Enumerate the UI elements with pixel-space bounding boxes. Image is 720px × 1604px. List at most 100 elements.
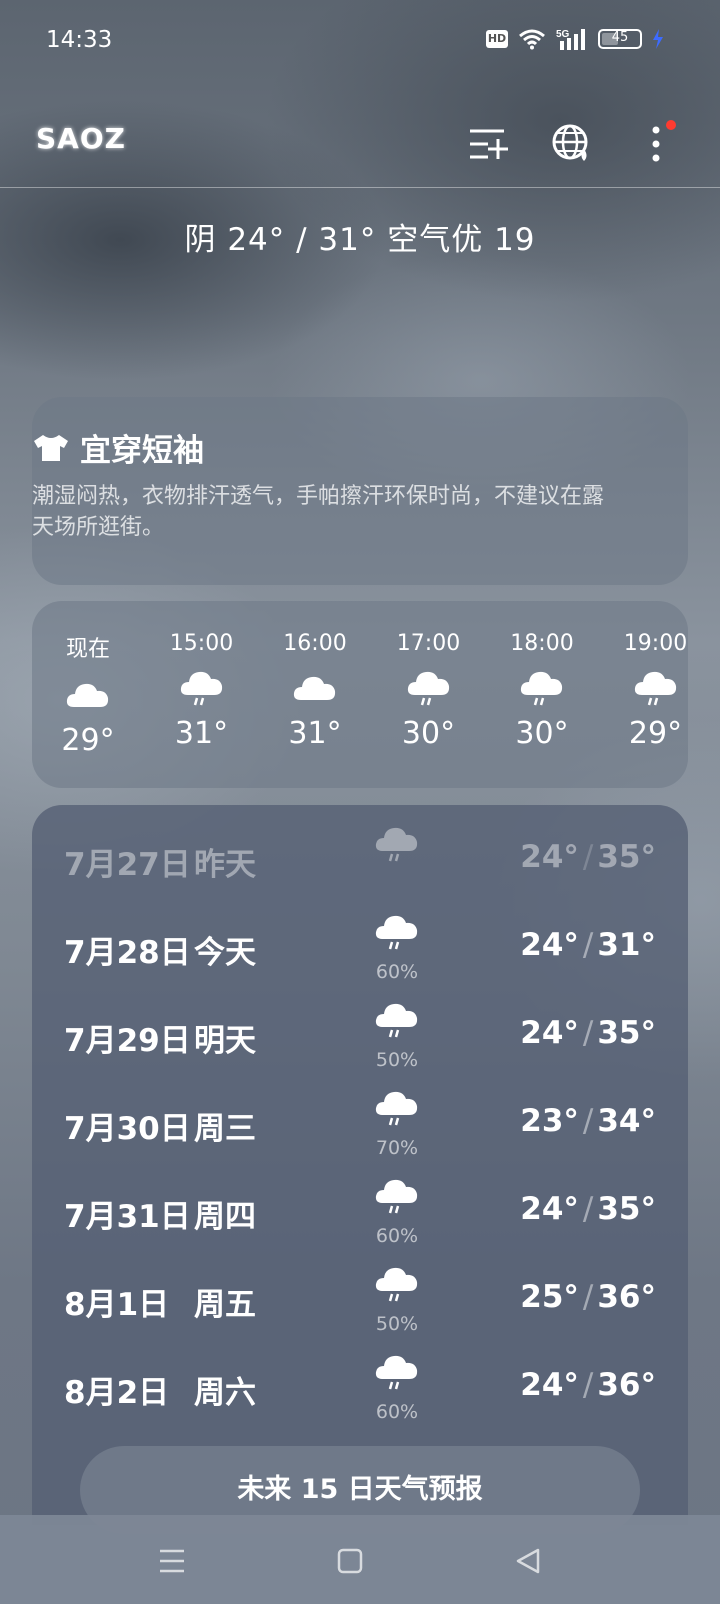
low-temp: 25°	[520, 1279, 579, 1315]
back-button[interactable]	[508, 1541, 548, 1581]
daily-row[interactable]: 7月29日 明天 50% 24°/35°	[32, 995, 688, 1083]
rain-cloud-icon	[375, 1091, 418, 1126]
clothing-advice-card[interactable]: 宜穿短袖 潮湿闷热，衣物排汗透气，手帕擦汗环保时尚，不建议在露天场所逛街。	[32, 397, 688, 585]
day-date: 8月1日	[64, 1287, 170, 1323]
hourly-item: 17:00 30°	[374, 631, 484, 751]
precipitation-chance: 60%	[375, 1225, 419, 1247]
location-name[interactable]: SAOZ	[36, 122, 126, 155]
more-options-button[interactable]	[630, 118, 682, 170]
hour-time: 现在	[65, 637, 110, 662]
high-temp: 36°	[597, 1367, 656, 1403]
weather-summary[interactable]: 阴 24° / 31° 空气优 19	[0, 214, 720, 259]
tshirt-icon	[34, 434, 68, 461]
daily-row[interactable]: 7月30日 周三 70% 23°/34°	[32, 1083, 688, 1171]
daily-forecast-card: 7月27日 昨天 24°/35° 7月28日 今天 60% 24°/31° 7月29日 明天 50…	[32, 805, 688, 1525]
rain-cloud-icon	[520, 671, 563, 706]
low-temp: 23°	[520, 1103, 579, 1139]
hour-temp: 29°	[628, 716, 683, 751]
daily-row[interactable]: 8月1日 周五 50% 25°/36°	[32, 1259, 688, 1347]
rain-cloud-icon	[375, 1355, 418, 1390]
wifi-icon	[518, 28, 546, 50]
hourly-forecast-card[interactable]: 现在 29° 15:00 31° 16:00 31° 17:00 30° 18:00 30° 19:…	[32, 601, 688, 788]
home-button[interactable]	[330, 1541, 370, 1581]
hour-weather-icon-wrap	[260, 662, 370, 712]
cloud-icon	[66, 683, 109, 707]
daily-row[interactable]: 7月31日 周四 60% 24°/35°	[32, 1171, 688, 1259]
low-temp: 24°	[520, 1367, 579, 1403]
cloud-icon	[293, 676, 336, 700]
day-temperature-range: 23°/34°	[520, 1103, 656, 1139]
temp-separator: /	[582, 1191, 594, 1227]
day-temperature-range: 24°/31°	[520, 927, 656, 963]
low-temp: 24°	[520, 839, 579, 875]
temp-separator: /	[582, 1103, 594, 1139]
battery-icon: 45	[598, 29, 642, 49]
low-temp: 24°	[520, 1015, 579, 1051]
day-weather-icon-wrap	[362, 911, 432, 951]
globe-button[interactable]	[546, 118, 598, 170]
rain-cloud-icon	[180, 671, 222, 706]
charging-icon	[652, 29, 664, 49]
temp-separator: /	[582, 839, 594, 875]
day-name: 周三	[194, 1111, 256, 1147]
rain-cloud-icon	[375, 827, 418, 862]
day-name: 周六	[194, 1375, 256, 1411]
hour-time: 17:00	[396, 631, 461, 656]
hourly-item: 16:00 31°	[260, 631, 370, 751]
clothing-title: 宜穿短袖	[80, 433, 204, 469]
hour-weather-icon-wrap	[147, 662, 257, 712]
day-temperature-range: 24°/35°	[520, 1191, 656, 1227]
hour-time: 15:00	[169, 631, 234, 656]
hourly-item: 15:00 31°	[147, 631, 257, 751]
day-weather-icon-wrap	[362, 1175, 432, 1215]
hour-weather-icon-wrap	[601, 662, 689, 712]
hourly-item: 现在 29°	[33, 631, 143, 758]
high-temp: 36°	[597, 1279, 656, 1315]
day-temperature-range: 24°/36°	[520, 1367, 656, 1403]
precipitation-chance: 60%	[375, 1401, 419, 1423]
day-date: 7月27日	[64, 847, 191, 883]
day-temperature-range: 24°/35°	[520, 839, 656, 875]
precipitation-chance: 50%	[375, 1049, 419, 1071]
notification-dot	[666, 120, 676, 130]
day-temperature-range: 24°/35°	[520, 1015, 656, 1051]
add-city-icon	[470, 129, 508, 159]
hour-time: 18:00	[510, 631, 574, 656]
day-weather-icon-wrap	[362, 1087, 432, 1127]
add-city-button[interactable]	[462, 118, 514, 170]
high-temp: 31°	[597, 927, 656, 963]
precipitation-chance: 50%	[375, 1313, 419, 1335]
rain-cloud-icon	[375, 915, 418, 950]
clothing-description: 潮湿闷热，衣物排汗透气，手帕擦汗环保时尚，不建议在露天场所逛街。	[32, 484, 605, 540]
hourly-item: 18:00 30°	[487, 631, 597, 751]
day-date: 7月30日	[64, 1111, 191, 1147]
menu-icon	[160, 1549, 184, 1573]
status-bar: 14:33 HD 5G 45	[0, 0, 720, 84]
daily-row[interactable]: 7月28日 今天 60% 24°/31°	[32, 907, 688, 995]
precipitation-chance: 60%	[375, 961, 419, 983]
hour-temp: 29°	[61, 723, 115, 758]
high-temp: 35°	[597, 1015, 656, 1051]
cellular-signal-icon: 5G	[556, 28, 588, 50]
battery-level: 45	[611, 30, 629, 45]
rain-cloud-icon	[375, 1003, 418, 1038]
rain-cloud-icon	[375, 1267, 418, 1302]
hour-weather-icon-wrap	[374, 662, 484, 712]
high-temp: 35°	[597, 839, 656, 875]
temp-separator: /	[582, 1015, 594, 1051]
low-temp: 24°	[520, 927, 579, 963]
back-triangle-icon	[516, 1548, 540, 1574]
recents-button[interactable]	[152, 1541, 192, 1581]
daily-row[interactable]: 8月2日 周六 60% 24°/36°	[32, 1347, 688, 1435]
day-name: 周五	[194, 1287, 256, 1323]
day-name: 昨天	[194, 847, 256, 883]
day-name: 今天	[194, 935, 256, 971]
daily-row[interactable]: 7月27日 昨天 24°/35°	[32, 819, 688, 907]
day-date: 8月2日	[64, 1375, 170, 1411]
hour-temp: 31°	[174, 716, 229, 751]
square-icon	[337, 1548, 363, 1574]
high-temp: 34°	[597, 1103, 656, 1139]
day-date: 7月28日	[64, 935, 191, 971]
temp-separator: /	[582, 927, 594, 963]
rain-cloud-icon	[634, 671, 676, 706]
